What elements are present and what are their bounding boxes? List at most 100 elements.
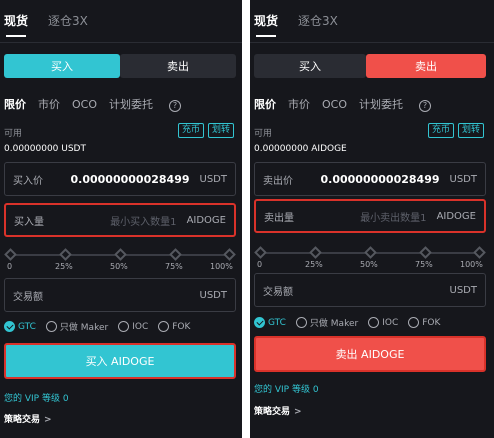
strategy-label: 策略交易 [254, 407, 291, 417]
slider-label-0: 0 [257, 260, 263, 269]
tab-isolated-margin[interactable]: 逐仓3X [298, 12, 338, 29]
sell-side-button[interactable]: 卖出 [120, 54, 236, 78]
buy-amount-label: 买入量 [14, 216, 44, 228]
radio-checked-icon [254, 317, 265, 328]
radio-icon [45, 321, 57, 332]
funding-links: 充币 划转 [174, 123, 234, 138]
tif-gtc-label: GTC [268, 317, 286, 328]
slider-mark-75[interactable] [419, 246, 432, 259]
buy-side-button[interactable]: 买入 [4, 54, 120, 78]
buy-total-unit: USDT [199, 289, 227, 301]
slider-mark-0[interactable] [4, 248, 17, 261]
vip-level-link[interactable]: 您的 VIP 等级 0 [254, 382, 319, 395]
sell-amount-slider[interactable]: 0 25% 50% 75% 100% [254, 246, 486, 274]
strategy-trading-link[interactable]: 策略交易 > [254, 404, 302, 417]
order-type-tabs: 限价 市价 OCO 计划委托? [4, 96, 205, 112]
tab-trigger[interactable]: 计划委托? [359, 96, 443, 112]
tif-ioc[interactable]: IOC [368, 317, 398, 328]
tif-ioc[interactable]: IOC [118, 321, 148, 332]
available-label: 可用 [254, 129, 273, 139]
sell-price-label: 卖出价 [263, 175, 293, 187]
tif-fok-label: FOK [172, 321, 191, 332]
time-in-force-options: GTC 只做 Maker IOC FOK [4, 320, 200, 333]
sell-total-field[interactable]: 交易额 USDT [254, 273, 486, 307]
tif-fok-label: FOK [422, 317, 441, 328]
available-balance: 0.00000000 AIDOGE [254, 144, 347, 154]
slider-label-75: 75% [165, 262, 183, 271]
buy-total-field[interactable]: 交易额 USDT [4, 278, 236, 312]
sell-price-unit: USDT [449, 173, 477, 185]
chevron-right-icon: > [44, 415, 52, 425]
tab-isolated-margin[interactable]: 逐仓3X [48, 12, 88, 29]
slider-label-25: 25% [305, 260, 323, 269]
sell-submit-button[interactable]: 卖出 AIDOGE [254, 336, 486, 372]
slider-mark-100[interactable] [223, 248, 236, 261]
sell-total-label: 交易额 [263, 286, 293, 298]
transfer-button[interactable]: 划转 [457, 123, 484, 138]
deposit-button[interactable]: 充币 [177, 123, 204, 138]
available-label: 可用 [4, 129, 23, 139]
buy-price-value[interactable]: 0.00000000028499 [43, 173, 190, 186]
divider [0, 42, 242, 43]
tif-maker-label: 只做 Maker [309, 319, 359, 329]
radio-icon [158, 321, 170, 332]
slider-mark-25[interactable] [309, 246, 322, 259]
deposit-button[interactable]: 充币 [427, 123, 454, 138]
radio-icon [408, 317, 420, 328]
sell-price-value[interactable]: 0.00000000028499 [293, 173, 440, 186]
sell-amount-placeholder[interactable]: 最小卖出数量1 [294, 209, 426, 224]
tab-oco[interactable]: OCO [322, 98, 347, 111]
buy-amount-unit: AIDOGE [186, 214, 226, 226]
tab-oco[interactable]: OCO [72, 98, 97, 111]
tab-limit[interactable]: 限价 [254, 96, 276, 112]
buy-submit-button[interactable]: 买入 AIDOGE [4, 343, 236, 379]
buy-price-label: 买入价 [13, 175, 43, 187]
time-in-force-options: GTC 只做 Maker IOC FOK [254, 316, 450, 329]
radio-icon [368, 317, 380, 328]
transfer-button[interactable]: 划转 [207, 123, 234, 138]
tab-trigger[interactable]: 计划委托? [109, 96, 193, 112]
sell-total-unit: USDT [449, 284, 477, 296]
tab-trigger-label: 计划委托 [359, 98, 403, 111]
active-tab-indicator [6, 35, 26, 37]
tab-market[interactable]: 市价 [288, 96, 310, 112]
buy-panel: 现货 逐仓3X 买入 卖出 限价 市价 OCO 计划委托? 可用 充币 划转 0… [0, 0, 242, 438]
tif-maker-only[interactable]: 只做 Maker [295, 316, 359, 329]
tab-spot[interactable]: 现货 [4, 12, 28, 29]
strategy-trading-link[interactable]: 策略交易 > [4, 412, 52, 425]
market-tabs: 现货 逐仓3X [4, 12, 108, 29]
sell-amount-field[interactable]: 卖出量 最小卖出数量1 AIDOGE [254, 199, 486, 233]
radio-icon [118, 321, 130, 332]
slider-mark-50[interactable] [364, 246, 377, 259]
tif-maker-only[interactable]: 只做 Maker [45, 320, 108, 333]
help-icon[interactable]: ? [419, 100, 431, 112]
active-tab-indicator [256, 35, 276, 37]
radio-icon [295, 317, 307, 328]
slider-label-50: 50% [360, 260, 378, 269]
buy-price-unit: USDT [199, 173, 227, 185]
tif-fok[interactable]: FOK [158, 321, 190, 332]
tab-limit[interactable]: 限价 [4, 96, 26, 112]
sell-side-button[interactable]: 卖出 [366, 54, 486, 78]
help-icon[interactable]: ? [169, 100, 181, 112]
slider-mark-25[interactable] [59, 248, 72, 261]
slider-mark-75[interactable] [169, 248, 182, 261]
strategy-label: 策略交易 [4, 415, 41, 425]
slider-mark-0[interactable] [254, 246, 267, 259]
buy-amount-placeholder[interactable]: 最小买入数量1 [44, 213, 176, 228]
slider-mark-100[interactable] [473, 246, 486, 259]
slider-label-25: 25% [55, 262, 73, 271]
vip-level-link[interactable]: 您的 VIP 等级 0 [4, 391, 69, 404]
tif-fok[interactable]: FOK [408, 317, 440, 328]
buy-price-field[interactable]: 买入价 0.00000000028499 USDT [4, 162, 236, 196]
sell-price-field[interactable]: 卖出价 0.00000000028499 USDT [254, 162, 486, 196]
slider-mark-50[interactable] [114, 248, 127, 261]
buy-side-button[interactable]: 买入 [254, 54, 366, 78]
tif-gtc[interactable]: GTC [4, 321, 36, 332]
buy-amount-slider[interactable]: 0 25% 50% 75% 100% [4, 248, 236, 276]
tif-ioc-label: IOC [382, 317, 399, 328]
tab-spot[interactable]: 现货 [254, 12, 278, 29]
buy-amount-field[interactable]: 买入量 最小买入数量1 AIDOGE [4, 203, 236, 237]
tab-market[interactable]: 市价 [38, 96, 60, 112]
tif-gtc[interactable]: GTC [254, 317, 286, 328]
